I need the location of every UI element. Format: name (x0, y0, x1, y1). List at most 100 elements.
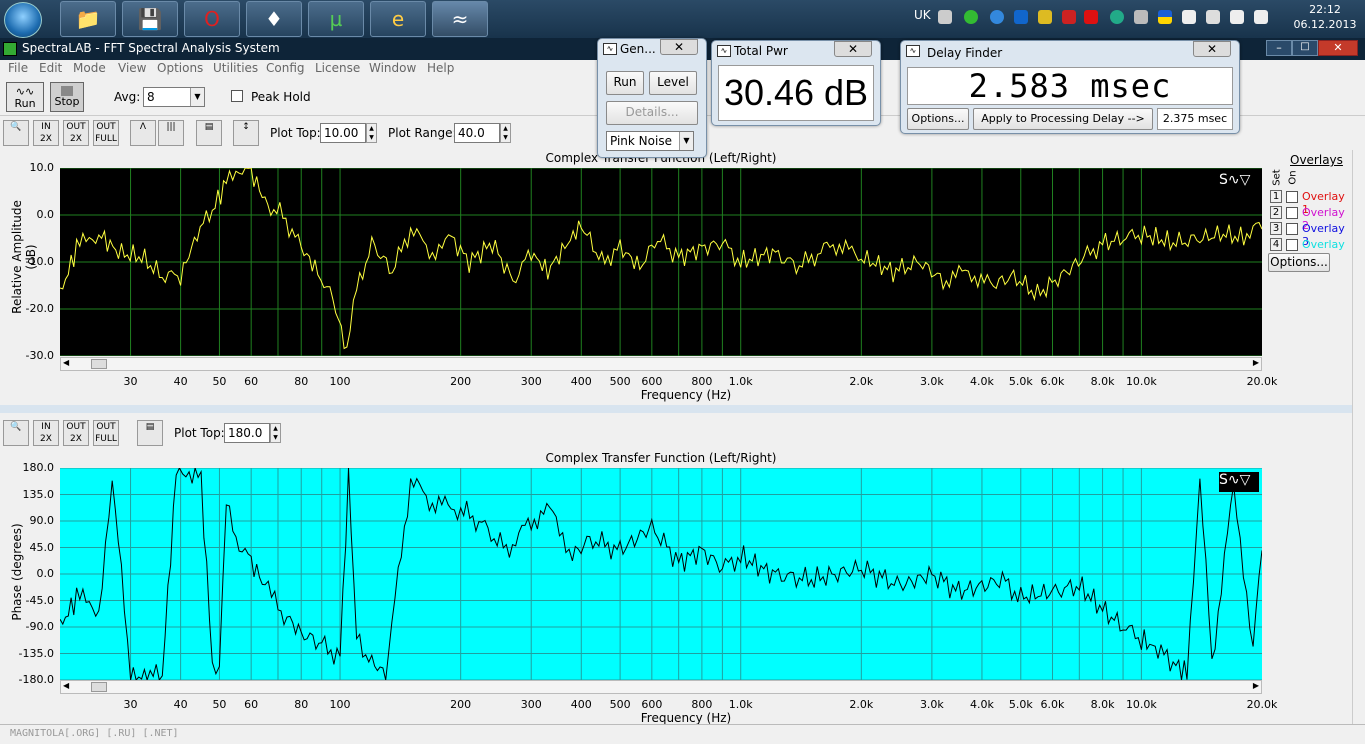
zoom-out-full-icon[interactable]: OUT FULL (93, 420, 119, 446)
ukraine-flag-icon[interactable] (1158, 10, 1172, 24)
language-indicator[interactable]: UK (914, 8, 931, 22)
menu-utilities[interactable]: Utilities (213, 61, 258, 75)
ie-taskbar-icon[interactable]: e (370, 1, 426, 37)
app4-tray-icon[interactable] (1134, 10, 1148, 24)
signal-type-icon[interactable]: S∿▽ (1219, 472, 1259, 492)
keyboard-tray-icon[interactable] (938, 10, 952, 24)
generator-run-button[interactable]: Run (606, 71, 644, 95)
menu-options[interactable]: Options (157, 61, 203, 75)
flag-tray-icon[interactable] (1230, 10, 1244, 24)
amplitude-plot-panel: Complex Transfer Function (Left/Right) R… (0, 150, 1352, 405)
overlay-set-button[interactable]: 3 (1270, 222, 1282, 235)
clock[interactable]: 22:12 06.12.2013 (1290, 2, 1360, 32)
plot-top-input[interactable]: 10.00 (320, 123, 366, 143)
menu-help[interactable]: Help (427, 61, 454, 75)
menu-window[interactable]: Window (369, 61, 416, 75)
menu-file[interactable]: File (8, 61, 28, 75)
opera-taskbar-icon[interactable]: O (184, 1, 240, 37)
menu-view[interactable]: View (118, 61, 146, 75)
app2-tray-icon[interactable] (1062, 10, 1076, 24)
overlay-set-button[interactable]: 1 (1270, 190, 1282, 203)
explorer-taskbar-icon[interactable]: 📁 (60, 1, 116, 37)
minimize-button[interactable]: – (1266, 40, 1292, 56)
overlay-on-checkbox[interactable] (1286, 207, 1298, 219)
utorrent-taskbar-icon[interactable]: µ (308, 1, 364, 37)
run-button[interactable]: ∿∿ Run (6, 82, 44, 112)
menu-mode[interactable]: Mode (73, 61, 106, 75)
zoom-icon[interactable]: 🔍 (3, 120, 29, 146)
plot2-top-input[interactable]: 180.0 (224, 423, 270, 443)
zoom-out-x2-icon[interactable]: OUT 2X (63, 120, 89, 146)
close-icon[interactable]: ✕ (660, 39, 698, 55)
plot-top-spinner[interactable]: ▲ ▼ (366, 123, 377, 143)
signal-type-icon[interactable]: S∿▽ (1219, 172, 1259, 192)
line-mode-icon[interactable]: Λ (130, 120, 156, 146)
zoom-out-x2-icon[interactable]: OUT 2X (63, 420, 89, 446)
chevron-down-icon[interactable]: ▼ (679, 132, 693, 150)
generator-level-button[interactable]: Level (649, 71, 697, 95)
watermark-text: MAGNITOLA[.ORG] [.RU] [.NET] (10, 728, 179, 739)
spectralab-taskbar-icon[interactable]: ≈ (432, 1, 488, 37)
apply-delay-button[interactable]: Apply to Processing Delay --> (973, 108, 1153, 130)
stop-button[interactable]: Stop (50, 82, 84, 112)
plot2-top-spinner[interactable]: ▲ ▼ (270, 423, 281, 443)
scroll-right-icon[interactable]: ▶ (1253, 681, 1259, 690)
overlay-set-button[interactable]: 2 (1270, 206, 1282, 219)
zoom-icon[interactable]: 🔍 (3, 420, 29, 446)
foobar-taskbar-icon[interactable]: ♦ (246, 1, 302, 37)
close-window-button[interactable]: ✕ (1318, 40, 1358, 56)
scroll-right-icon[interactable]: ▶ (1253, 358, 1259, 367)
plot2-scrollbar[interactable]: ◀ ▶ (60, 680, 1262, 694)
overlay-on-checkbox[interactable] (1286, 191, 1298, 203)
scroll-left-icon[interactable]: ◀ (63, 358, 69, 367)
overlay-options-button[interactable]: Options... (1268, 253, 1330, 272)
plot-properties-icon[interactable]: ▤ (137, 420, 163, 446)
overlay-on-checkbox[interactable] (1286, 223, 1298, 235)
plot-splitter[interactable] (0, 405, 1352, 413)
zoom-in-x2-icon[interactable]: IN 2X (33, 420, 59, 446)
plot-range-input[interactable]: 40.0 (454, 123, 500, 143)
x-tick-label: 40 (173, 698, 188, 711)
overlay-on-checkbox[interactable] (1286, 239, 1298, 251)
generator-details-button[interactable]: Details... (606, 101, 698, 125)
usb-tray-icon[interactable] (1182, 10, 1196, 24)
app3-tray-icon[interactable] (1110, 10, 1124, 24)
amplitude-chart[interactable] (60, 168, 1262, 356)
volume-tray-icon[interactable] (1206, 10, 1220, 24)
plot1-scrollbar[interactable]: ◀ ▶ (60, 357, 1262, 371)
maximize-button[interactable]: □ (1292, 40, 1318, 56)
menu-license[interactable]: License (315, 61, 360, 75)
menu-edit[interactable]: Edit (39, 61, 62, 75)
menu-config[interactable]: Config (266, 61, 305, 75)
scroll-left-icon[interactable]: ◀ (63, 681, 69, 690)
utorrent-tray-icon[interactable] (964, 10, 978, 24)
close-icon[interactable]: ✕ (1193, 41, 1231, 57)
peak-hold-checkbox[interactable] (231, 90, 243, 102)
zoom-out-full-icon[interactable]: OUT FULL (93, 120, 119, 146)
network-tray-icon[interactable] (990, 10, 1004, 24)
delay-options-button[interactable]: Options... (907, 108, 969, 130)
zoom-in-x2-icon[interactable]: IN 2X (33, 120, 59, 146)
bluetooth-tray-icon[interactable] (1014, 10, 1028, 24)
ati-tray-icon[interactable] (1084, 10, 1098, 24)
x-tick-label: 1.0k (728, 375, 753, 388)
vertical-scrollbar[interactable] (1352, 150, 1365, 724)
bar-mode-icon[interactable]: ||| (158, 120, 184, 146)
app-tray-icon[interactable] (1038, 10, 1052, 24)
plot-properties-icon[interactable]: ▤ (196, 120, 222, 146)
chevron-down-icon[interactable]: ▼ (190, 88, 204, 106)
generator-signal-select[interactable]: Pink Noise ▼ (606, 131, 694, 151)
scroll-thumb[interactable] (91, 682, 107, 692)
avg-select[interactable]: 8 ▼ (143, 87, 205, 107)
x-tick-label: 60 (244, 698, 259, 711)
overlay-set-button[interactable]: 4 (1270, 238, 1282, 251)
phase-chart[interactable] (60, 468, 1262, 680)
scroll-thumb[interactable] (91, 359, 107, 369)
save-taskbar-icon[interactable]: 💾 (122, 1, 178, 37)
y-tick-label: -10.0 (25, 255, 54, 268)
close-icon[interactable]: ✕ (834, 41, 872, 57)
start-button[interactable] (4, 2, 42, 38)
plot-range-spinner[interactable]: ▲ ▼ (500, 123, 511, 143)
autoscale-icon[interactable]: ↕ (233, 120, 259, 146)
signal-tray-icon[interactable] (1254, 10, 1268, 24)
